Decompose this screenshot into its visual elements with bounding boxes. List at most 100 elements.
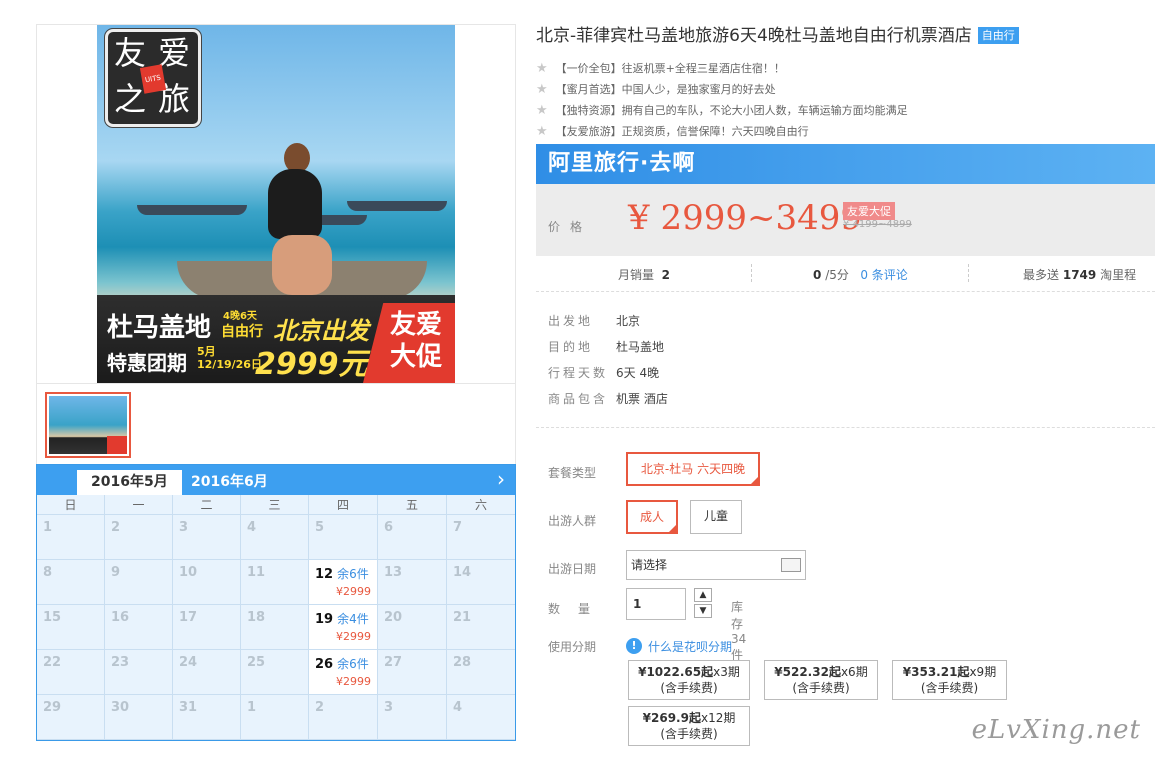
- day-price: ¥2999: [336, 675, 371, 688]
- calendar-day: 3: [173, 515, 241, 560]
- site-watermark: eLvXing.net: [971, 715, 1141, 745]
- day-number: 22: [43, 655, 62, 670]
- calendar-day-available[interactable]: 19 余4件 ¥2999: [309, 605, 378, 650]
- installment-3[interactable]: ¥1022.65起x3期 (含手续费): [628, 660, 750, 700]
- day-stock: 余6件: [337, 657, 369, 671]
- day-number: 4: [247, 520, 257, 535]
- day-number: 4: [453, 700, 463, 715]
- calendar-day: 2: [309, 695, 378, 740]
- day-number: 15: [43, 610, 62, 625]
- calendar-day: 23: [105, 650, 173, 695]
- weekday-header: 五: [378, 495, 447, 515]
- adult-option[interactable]: 成人: [626, 500, 678, 534]
- day-number: 28: [453, 655, 472, 670]
- quantity-up-icon[interactable]: ▲: [694, 588, 712, 602]
- main-product-image: 友 爱 之 旅 UITS 杜马盖地 4晚6天 自由行 北京出发 特惠团期 5月 1…: [36, 24, 516, 384]
- calendar-day: 10: [173, 560, 241, 605]
- calendar-day-available[interactable]: 12 余6件 ¥2999: [309, 560, 378, 605]
- price-panel: 阿里旅行·去啊 价格 ¥ 2999~3499 友爱大促 ¥ 4199~4899: [536, 144, 1155, 256]
- star-icon: ★: [536, 124, 548, 139]
- original-price: ¥ 4199~4899: [843, 219, 912, 230]
- calendar-day: 25: [241, 650, 309, 695]
- day-number: 23: [111, 655, 130, 670]
- rating-score: 0: [813, 268, 822, 282]
- woman-figure: [262, 143, 332, 313]
- day-number: 19: [315, 612, 334, 627]
- star-icon: ★: [536, 82, 548, 97]
- weekday-header: 二: [173, 495, 241, 515]
- left-column: 友 爱 之 旅 UITS 杜马盖地 4晚6天 自由行 北京出发 特惠团期 5月 1…: [36, 24, 516, 741]
- day-number: 3: [384, 700, 394, 715]
- next-month-icon[interactable]: ›: [497, 467, 505, 491]
- quantity-down-icon[interactable]: ▼: [694, 604, 712, 618]
- brand-logo: 友 爱 之 旅 UITS: [104, 28, 202, 128]
- package-option[interactable]: 北京-杜马 六天四晚: [626, 452, 760, 486]
- day-price: ¥2999: [336, 630, 371, 643]
- star-icon: ★: [536, 61, 548, 76]
- calendar-day: 1: [37, 515, 105, 560]
- day-number: 3: [179, 520, 189, 535]
- product-title: 北京-菲律宾杜马盖地旅游6天4晚杜马盖地自由行机票酒店 自由行: [536, 24, 1155, 50]
- quantity-input[interactable]: 1: [626, 588, 686, 620]
- calendar-day: 14: [447, 560, 515, 605]
- calendar-day: 7: [447, 515, 515, 560]
- calendar-day: 13: [378, 560, 447, 605]
- beach-photo: 友 爱 之 旅 UITS 杜马盖地 4晚6天 自由行 北京出发 特惠团期 5月 1…: [97, 25, 455, 383]
- day-number: 29: [43, 700, 62, 715]
- thumbnail-strip: [36, 384, 516, 464]
- travel-date-input[interactable]: 请选择: [626, 550, 806, 580]
- day-number: 9: [111, 565, 121, 580]
- day-number: 6: [384, 520, 394, 535]
- calendar-header: 2016年5月 2016年6月 ›: [37, 465, 515, 495]
- day-number: 18: [247, 610, 266, 625]
- info-row: 目的地 杜马盖地: [548, 340, 665, 354]
- day-number: 2: [111, 520, 121, 535]
- child-option[interactable]: 儿童: [690, 500, 742, 534]
- day-number: 31: [179, 700, 198, 715]
- calendar-day: 18: [241, 605, 309, 650]
- feature-item: ★ 【友爱旅游】正规资质，信誉保障！六天四晚自由行: [536, 124, 809, 139]
- brand-band: 阿里旅行·去啊: [536, 144, 1155, 184]
- weekday-header: 四: [309, 495, 378, 515]
- day-price: ¥2999: [336, 585, 371, 598]
- tab-june-2016[interactable]: 2016年6月: [177, 470, 282, 495]
- calendar-day: 27: [378, 650, 447, 695]
- day-number: 2: [315, 700, 325, 715]
- calendar-day-available[interactable]: 26 余6件 ¥2999: [309, 650, 378, 695]
- calendar-day: 9: [105, 560, 173, 605]
- reviews-link[interactable]: 0 条评论: [860, 268, 907, 282]
- day-number: 25: [247, 655, 266, 670]
- day-number: 27: [384, 655, 403, 670]
- monthly-sales: 2: [661, 268, 671, 282]
- day-stock: 余6件: [337, 567, 369, 581]
- day-number: 8: [43, 565, 53, 580]
- calendar-day: 16: [105, 605, 173, 650]
- trip-info: 出发地 北京 目的地 杜马盖地 行程天数 6天 4晚 商品包含 机票 酒店: [536, 292, 1155, 428]
- weekday-header: 日: [37, 495, 105, 515]
- calendar-day: 24: [173, 650, 241, 695]
- day-number: 1: [247, 700, 257, 715]
- banner-price: 2999元: [255, 347, 369, 382]
- weekday-header: 一: [105, 495, 173, 515]
- day-number: 7: [453, 520, 463, 535]
- installment-12[interactable]: ¥269.9起x12期 (含手续费): [628, 706, 750, 746]
- banner-promo: 友爱 大促: [363, 303, 455, 383]
- stock-count: 库存34 件: [731, 600, 747, 662]
- day-number: 10: [179, 565, 198, 580]
- installment-9[interactable]: ¥353.21起x9期 (含手续费): [892, 660, 1007, 700]
- calendar-day: 2: [105, 515, 173, 560]
- huabei-help-link[interactable]: 什么是花呗分期: [648, 638, 732, 655]
- calendar-day: 5: [309, 515, 378, 560]
- thumbnail-1[interactable]: [45, 392, 131, 458]
- calendar-day: 11: [241, 560, 309, 605]
- calendar-day: 31: [173, 695, 241, 740]
- tab-may-2016[interactable]: 2016年5月: [77, 470, 182, 495]
- price-range: ¥ 2999~3499: [628, 198, 862, 238]
- points-value: 1749: [1062, 268, 1097, 282]
- feature-item: ★ 【蜜月首选】中国人少，是独家蜜月的好去处: [536, 82, 776, 97]
- info-row: 出发地 北京: [548, 314, 641, 328]
- installment-6[interactable]: ¥522.32起x6期 (含手续费): [764, 660, 878, 700]
- calendar-day: 30: [105, 695, 173, 740]
- banner-destination: 杜马盖地: [107, 313, 212, 343]
- calendar-day: 28: [447, 650, 515, 695]
